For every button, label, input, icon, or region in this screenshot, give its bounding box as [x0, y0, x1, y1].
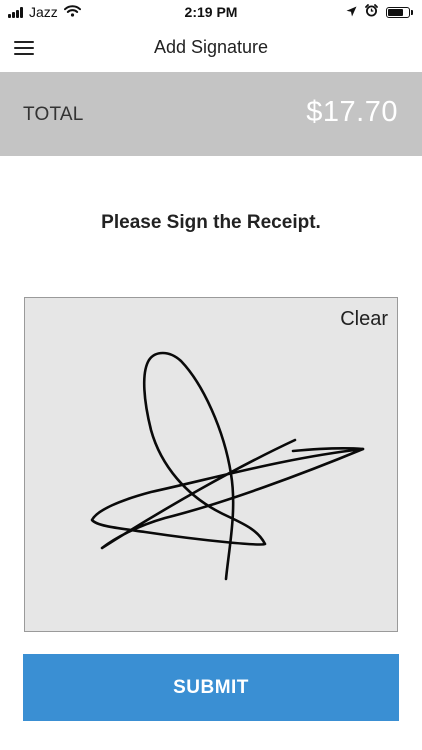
signature-stroke [90, 351, 365, 581]
total-label: TOTAL [23, 104, 84, 125]
nav-bar: Add Signature [0, 24, 422, 72]
page-title: Add Signature [153, 37, 269, 57]
alarm-clock-icon [365, 4, 378, 20]
total-amount: $17.70 [306, 96, 398, 128]
sign-instruction: Please Sign the Receipt. [101, 212, 321, 233]
signature-pad[interactable]: Clear [24, 297, 398, 632]
status-right [346, 4, 413, 20]
status-bar: Jazz 2:19 PM [0, 0, 422, 24]
total-band: TOTAL $17.70 [0, 72, 422, 156]
battery-icon [386, 6, 413, 18]
location-arrow-icon [346, 4, 357, 20]
submit-button[interactable]: SUBMIT [23, 654, 399, 721]
clear-button[interactable]: Clear [340, 308, 388, 331]
